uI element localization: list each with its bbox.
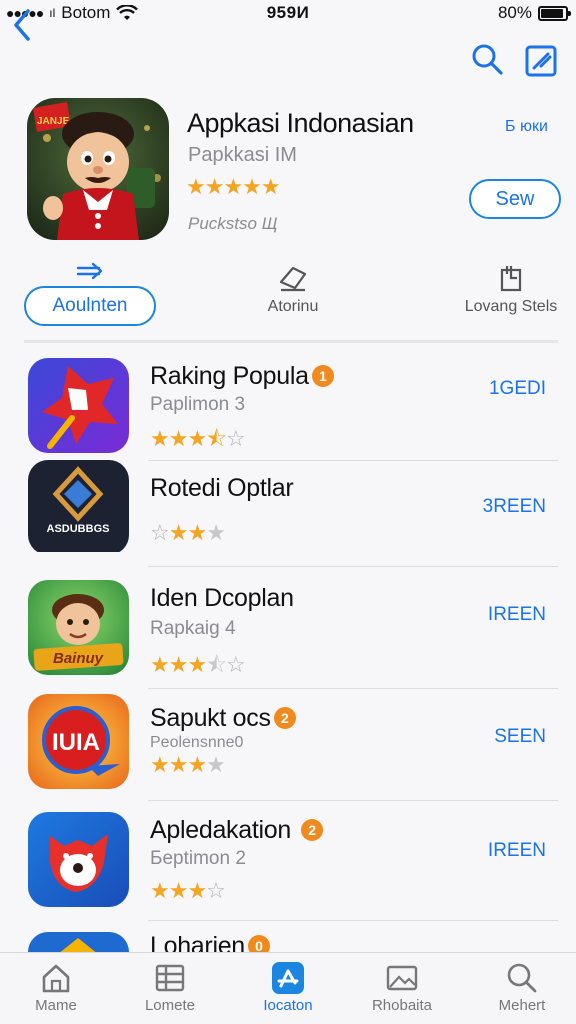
icon-text: ASDUBBGS <box>47 523 110 535</box>
app-action-button[interactable]: IREEN <box>488 604 546 626</box>
featured-subtitle: Papkkasi IM <box>188 144 297 166</box>
action-label: Atorinu <box>267 298 319 315</box>
featured-app-icon[interactable]: JANJE <box>27 98 169 240</box>
badge: 1 <box>311 365 334 387</box>
tab-label: Rhobaita <box>371 997 433 1014</box>
search-icon <box>507 963 537 993</box>
tab-label: Mame <box>35 997 77 1014</box>
red-star-icon <box>28 358 129 453</box>
app-rating: ☆★★★ <box>150 520 226 545</box>
tab-apps[interactable]: Iocaton <box>238 961 338 1014</box>
diamond-logo-icon: ASDUBBGS <box>28 460 129 555</box>
row-divider <box>148 566 558 567</box>
tag-icon <box>279 266 307 292</box>
tab-home[interactable]: Mame <box>6 961 106 1014</box>
tab-list[interactable]: Lomete <box>120 961 220 1014</box>
red-fox-icon <box>28 812 129 907</box>
app-title: Raking Popula 1 <box>150 362 334 391</box>
row-divider <box>148 688 558 689</box>
partial-icon <box>28 932 129 954</box>
app-rating: ★★★★ <box>150 752 226 777</box>
status-bar: ●●●●● ıl Botom 959И 80% <box>0 0 576 26</box>
action-pill-button[interactable]: Aoulnten <box>24 286 156 326</box>
featured-top-link[interactable]: Б юки <box>505 118 548 136</box>
featured-title: Appkasi Indonasian <box>187 108 414 138</box>
app-subtitle: Rapkaig 4 <box>150 618 236 639</box>
star-icon: ★★★★★ <box>186 174 281 199</box>
icon-text: Bainuy <box>53 650 104 667</box>
cartoon-character-icon: JANJE <box>27 98 169 240</box>
app-title: Iden Dcoplan <box>150 584 294 612</box>
row-divider <box>148 920 558 921</box>
action-item-1[interactable]: Aoulnten <box>24 262 156 326</box>
featured-rating: ★★★★★ <box>186 174 281 200</box>
app-subtitle: Peolensnne0 <box>150 734 244 751</box>
tab-label: Iocaton <box>263 997 313 1014</box>
section-divider <box>24 340 558 343</box>
status-right: 80% <box>497 3 571 23</box>
row-divider <box>148 800 558 801</box>
arrow-right-icon <box>76 262 103 280</box>
badge: 2 <box>273 707 296 729</box>
photo-icon <box>386 965 418 991</box>
battery-percent: 80% <box>497 3 532 22</box>
tab-bar: Mame Lomete Iocaton Rhobaita Mehert <box>0 952 576 1024</box>
svg-text:JANJE: JANJE <box>37 116 70 127</box>
apps-icon <box>272 962 304 994</box>
home-icon <box>42 964 70 993</box>
chart-doc-icon <box>500 266 522 292</box>
tab-label: Lomete <box>144 997 196 1014</box>
app-rating: ★★★☆ <box>150 878 226 903</box>
search-icon[interactable] <box>470 42 504 76</box>
app-rating: ★★★⯪☆ <box>150 426 246 451</box>
cartoon-boy-icon: Bainuy <box>28 580 129 675</box>
action-item-3[interactable]: Lovang Stels <box>456 264 566 316</box>
action-item-2[interactable]: Atorinu <box>248 264 338 316</box>
tab-search[interactable]: Mehert <box>472 961 572 1014</box>
red-circle-icon: IUIA <box>28 694 129 789</box>
featured-get-button[interactable]: Sew <box>469 179 561 219</box>
app-action-button[interactable]: 1GEDI <box>489 378 546 400</box>
app-subtitle: Бeptimon 2 <box>150 848 246 869</box>
tab-photos[interactable]: Rhobaita <box>352 961 452 1014</box>
action-label: Lovang Stels <box>464 298 558 315</box>
badge: 2 <box>300 819 323 841</box>
app-title: Apledakation 2 <box>150 816 323 845</box>
battery-icon <box>538 5 571 21</box>
app-title: Sapukt ocs 2 <box>150 704 296 733</box>
status-time: 959И <box>266 3 310 22</box>
tab-label: Mehert <box>498 997 546 1014</box>
back-chevron-icon[interactable] <box>8 6 38 44</box>
app-action-button[interactable]: SEEN <box>494 726 546 748</box>
app-subtitle: Paplimon 3 <box>150 394 246 415</box>
app-action-button[interactable]: 3REEN <box>483 496 546 518</box>
row-divider <box>148 460 558 461</box>
icon-text: IUIA <box>52 729 100 756</box>
edit-icon[interactable] <box>524 44 558 78</box>
app-title: Rotedi Optlar <box>150 474 294 502</box>
app-rating: ★★★⯪☆ <box>150 652 246 677</box>
app-action-button[interactable]: IREEN <box>488 840 546 862</box>
featured-meta: Puckstso Щ <box>188 214 278 233</box>
list-icon <box>155 964 185 992</box>
